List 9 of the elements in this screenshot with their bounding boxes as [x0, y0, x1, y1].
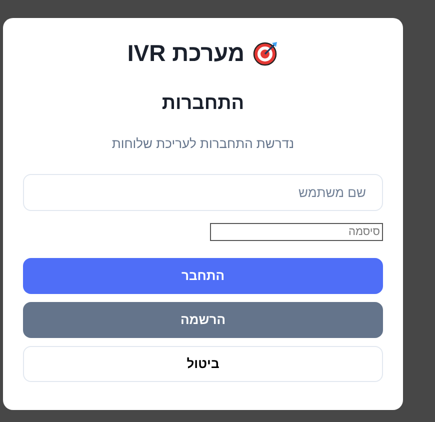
app-title: מערכת IVR [127, 42, 245, 64]
target-icon [252, 40, 279, 66]
register-button[interactable]: הרשמה [23, 302, 383, 338]
login-button[interactable]: התחבר [23, 258, 383, 294]
dialog-heading: התחברות [160, 94, 246, 113]
dialog-description: נדרשת התחברות לעריכת שלוחות [110, 137, 296, 150]
cancel-button[interactable]: ביטול [23, 346, 383, 382]
username-field[interactable]: שם משתמש [23, 174, 383, 211]
password-field[interactable]: סיסמה [210, 223, 383, 241]
